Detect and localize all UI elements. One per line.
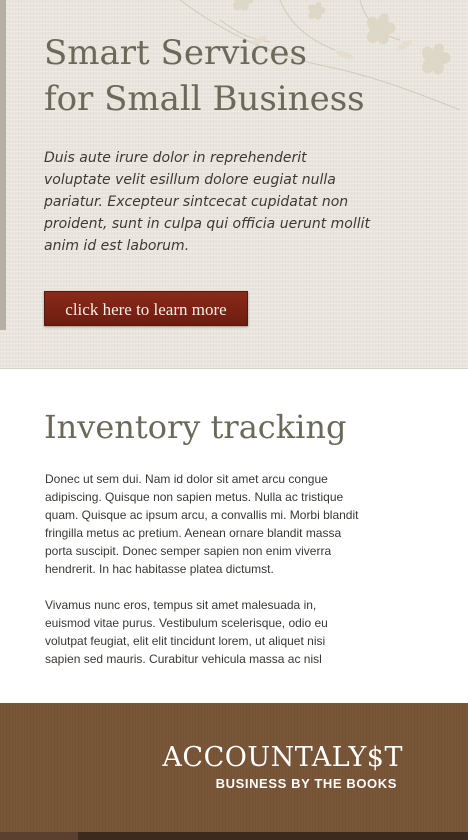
brand-name: ACCOUNTALY$T xyxy=(162,742,403,773)
hero-section: Smart Services for Small Business Duis a… xyxy=(0,0,468,369)
hero-title: Smart Services for Small Business xyxy=(44,30,444,122)
brand-logo[interactable]: ACCOUNTALY$T BUSINESS BY THE BOOKS xyxy=(145,742,403,792)
hero-description: Duis aute irure dolor in reprehenderit v… xyxy=(44,150,370,254)
footer-base-accent xyxy=(0,832,78,840)
learn-more-button[interactable]: click here to learn more xyxy=(44,291,248,326)
hero-title-line-2: for Small Business xyxy=(44,79,365,119)
body-paragraph-1: Donec ut sem dui. Nam id dolor sit amet … xyxy=(45,472,359,576)
body-paragraph-2: Vivamus nunc eros, tempus sit amet males… xyxy=(45,598,328,666)
hero-title-line-1: Smart Services xyxy=(44,33,307,73)
section-heading: Inventory tracking xyxy=(44,408,347,446)
brand-tagline: BUSINESS BY THE BOOKS xyxy=(215,776,397,791)
hero-left-rule xyxy=(0,0,6,330)
